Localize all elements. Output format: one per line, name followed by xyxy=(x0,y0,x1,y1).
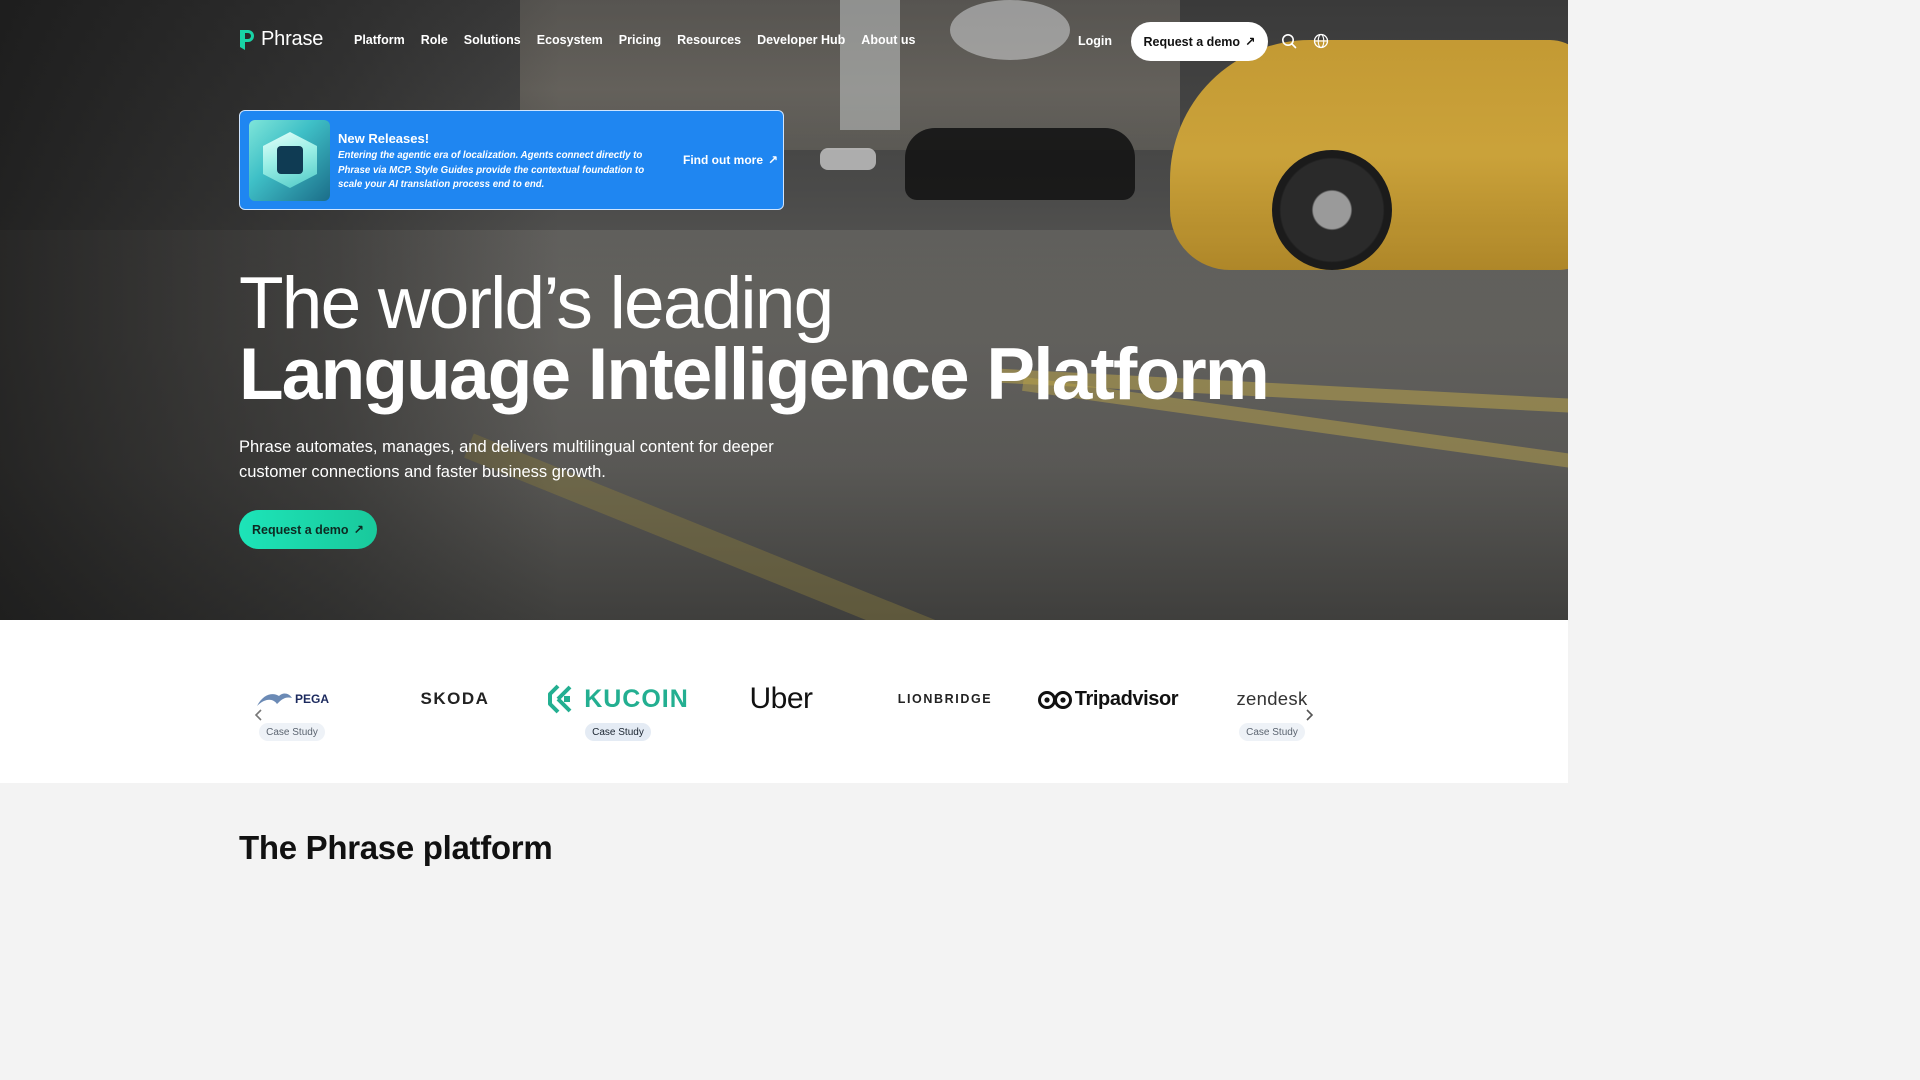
client-logo-skoda: SKODA xyxy=(413,680,497,718)
carousel-next-arrow-icon[interactable] xyxy=(1302,708,1316,722)
menu-item-pricing[interactable]: Pricing xyxy=(619,33,661,47)
arrow-up-right-icon: ↗ xyxy=(768,153,779,167)
banner-description: Entering the agentic era of localization… xyxy=(338,150,645,191)
hero-background-car xyxy=(820,148,876,170)
request-demo-button-nav[interactable]: Request a demo ↗ xyxy=(1131,22,1268,61)
menu-item-role[interactable]: Role xyxy=(421,33,448,47)
client-logo-pega[interactable]: PEGA Case Study xyxy=(254,680,330,741)
find-out-more-link[interactable]: Find out more ↗ xyxy=(683,153,778,167)
phrase-logo-icon xyxy=(239,29,255,51)
client-logo-carousel: PEGA Case Study SKODA KUCOIN Case Study … xyxy=(0,620,1568,783)
lionbridge-wordmark: LIONBRIDGE xyxy=(897,692,993,706)
menu-item-ecosystem[interactable]: Ecosystem xyxy=(537,33,603,47)
menu-item-about-us[interactable]: About us xyxy=(861,33,915,47)
case-study-badge[interactable]: Case Study xyxy=(585,723,651,741)
tripadvisor-wordmark: Tripadvisor xyxy=(1074,687,1179,710)
section-title: The Phrase platform xyxy=(239,829,553,866)
request-demo-button-hero[interactable]: Request a demo ↗ xyxy=(239,510,377,549)
request-demo-label: Request a demo xyxy=(1143,34,1241,49)
menu-item-solutions[interactable]: Solutions xyxy=(464,33,521,47)
zendesk-wordmark: zendesk xyxy=(1236,688,1308,709)
hero-background-wheel xyxy=(1272,150,1392,270)
hero-section: Phrase Platform Role Solutions Ecosystem… xyxy=(0,0,1568,620)
arrow-up-right-icon: ↗ xyxy=(1245,35,1256,49)
pega-bird-icon xyxy=(256,693,292,706)
client-logo-zendesk[interactable]: zendesk Case Study xyxy=(1232,680,1312,741)
client-logo-uber: Uber xyxy=(740,680,822,718)
case-study-badge[interactable]: Case Study xyxy=(259,723,325,741)
search-icon[interactable] xyxy=(1281,33,1297,49)
kucoin-wordmark: KUCOIN xyxy=(584,684,689,713)
find-out-more-label: Find out more xyxy=(683,153,763,167)
hero-subtext: Phrase automates, manages, and delivers … xyxy=(239,438,774,481)
arrow-up-right-icon: ↗ xyxy=(353,523,365,537)
hero-background-car xyxy=(905,128,1135,200)
pega-wordmark: PEGA xyxy=(294,692,329,706)
main-menu: Platform Role Solutions Ecosystem Pricin… xyxy=(354,33,915,47)
menu-item-platform[interactable]: Platform xyxy=(354,33,405,47)
phrase-logo[interactable]: Phrase xyxy=(239,28,323,51)
kucoin-icon xyxy=(548,684,572,714)
client-logo-tripadvisor: Tripadvisor xyxy=(1036,680,1180,718)
banner-title: New Releases! xyxy=(338,131,430,146)
tripadvisor-owl-icon xyxy=(1037,691,1072,709)
hero-headline-line2: Language Intelligence Platform xyxy=(239,334,1270,415)
top-nav: Phrase Platform Role Solutions Ecosystem… xyxy=(0,0,1568,84)
case-study-badge[interactable]: Case Study xyxy=(1239,723,1305,741)
skoda-wordmark: SKODA xyxy=(420,689,490,708)
globe-icon[interactable] xyxy=(1313,33,1329,49)
login-link[interactable]: Login xyxy=(1078,34,1112,48)
menu-item-resources[interactable]: Resources xyxy=(677,33,741,47)
client-logo-kucoin[interactable]: KUCOIN Case Study xyxy=(545,680,691,741)
platform-section: The Phrase platform xyxy=(0,783,1568,882)
logo-wordmark: Phrase xyxy=(261,28,324,50)
banner-thumbnail-image xyxy=(249,120,330,201)
request-demo-label: Request a demo xyxy=(251,522,349,537)
menu-item-developer-hub[interactable]: Developer Hub xyxy=(757,33,845,47)
new-releases-banner[interactable]: New Releases! Entering the agentic era o… xyxy=(239,110,784,210)
client-logo-lionbridge: LIONBRIDGE xyxy=(896,680,994,718)
uber-wordmark: Uber xyxy=(749,682,813,715)
